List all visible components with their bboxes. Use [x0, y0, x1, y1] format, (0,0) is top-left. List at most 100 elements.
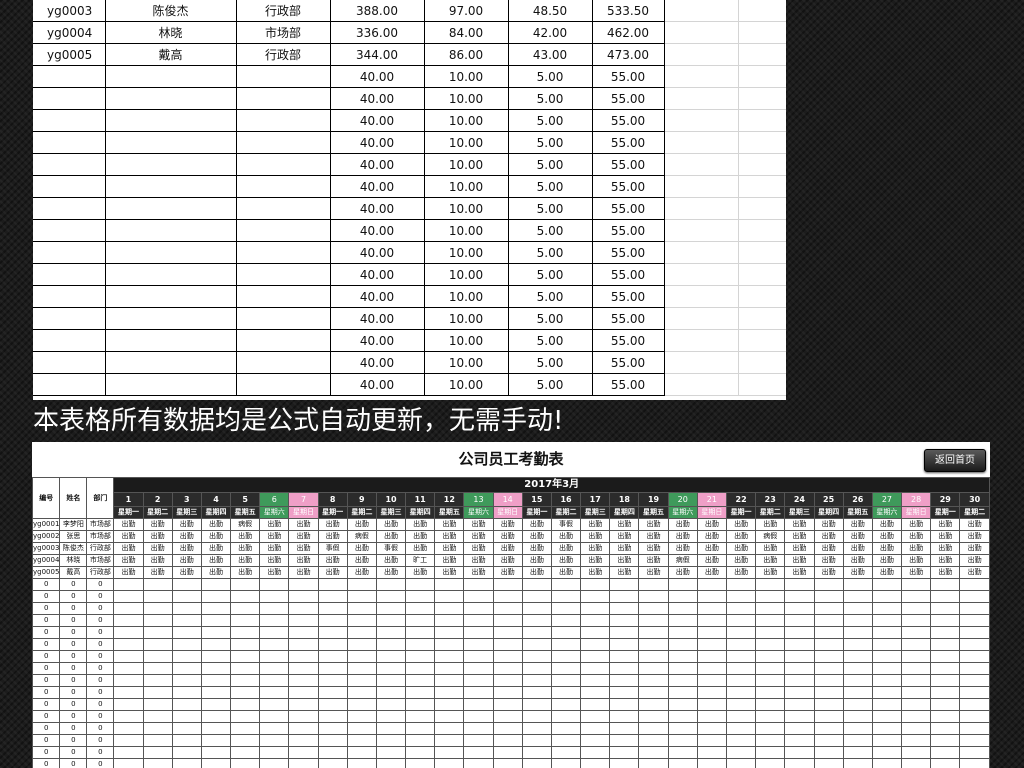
attendance-status[interactable]	[755, 722, 786, 735]
zero-cell[interactable]: 0	[86, 686, 115, 699]
attendance-status[interactable]	[346, 626, 377, 639]
empty-cell[interactable]	[664, 197, 739, 220]
table-cell[interactable]: 344.00	[330, 43, 425, 66]
table-cell[interactable]: 10.00	[424, 109, 509, 132]
attendance-status[interactable]: 事假	[317, 542, 348, 555]
attendance-status[interactable]	[667, 590, 698, 603]
employee-name[interactable]: 李梦阳	[59, 518, 88, 531]
attendance-status[interactable]: 出勤	[842, 554, 873, 567]
table-cell[interactable]: 55.00	[592, 241, 665, 264]
attendance-status[interactable]: 出勤	[200, 554, 232, 567]
attendance-status[interactable]	[492, 602, 523, 615]
table-cell[interactable]: 55.00	[592, 307, 665, 330]
attendance-status[interactable]: 出勤	[200, 518, 232, 531]
table-cell[interactable]: 42.00	[508, 21, 593, 44]
table-cell[interactable]: 55.00	[592, 285, 665, 308]
attendance-status[interactable]: 出勤	[609, 566, 640, 579]
table-cell[interactable]	[33, 219, 106, 242]
attendance-status[interactable]	[667, 734, 698, 747]
table-cell[interactable]	[33, 109, 106, 132]
attendance-status[interactable]	[667, 698, 698, 711]
attendance-status[interactable]	[638, 734, 669, 747]
attendance-status[interactable]	[667, 710, 698, 723]
attendance-status[interactable]	[638, 686, 669, 699]
attendance-status[interactable]	[871, 650, 903, 663]
attendance-status[interactable]	[930, 590, 961, 603]
attendance-status[interactable]	[259, 602, 290, 615]
empty-cell[interactable]	[738, 109, 786, 132]
attendance-status[interactable]	[784, 734, 815, 747]
attendance-status[interactable]	[259, 626, 290, 639]
empty-cell[interactable]	[664, 109, 739, 132]
attendance-status[interactable]	[317, 614, 348, 627]
table-cell[interactable]	[105, 219, 237, 242]
attendance-status[interactable]: 出勤	[901, 530, 932, 543]
attendance-status[interactable]: 出勤	[463, 566, 494, 579]
attendance-status[interactable]: 出勤	[521, 530, 552, 543]
attendance-status[interactable]: 出勤	[463, 530, 494, 543]
attendance-status[interactable]: 出勤	[755, 518, 786, 531]
table-cell[interactable]: 43.00	[508, 43, 593, 66]
table-cell[interactable]	[236, 175, 331, 198]
attendance-status[interactable]	[959, 722, 990, 735]
attendance-status[interactable]: 出勤	[405, 518, 436, 531]
attendance-status[interactable]	[113, 710, 144, 723]
attendance-status[interactable]	[434, 758, 465, 768]
attendance-status[interactable]	[696, 686, 727, 699]
attendance-status[interactable]	[638, 674, 669, 687]
empty-cell[interactable]	[664, 263, 739, 286]
attendance-status[interactable]	[492, 734, 523, 747]
attendance-status[interactable]	[901, 626, 932, 639]
empty-cell[interactable]	[738, 153, 786, 176]
attendance-status[interactable]	[463, 650, 494, 663]
attendance-status[interactable]: 病假	[230, 518, 261, 531]
empty-cell[interactable]	[664, 373, 739, 396]
attendance-status[interactable]	[405, 698, 436, 711]
table-cell[interactable]	[105, 153, 237, 176]
empty-cell[interactable]	[738, 241, 786, 264]
attendance-status[interactable]	[550, 674, 582, 687]
attendance-status[interactable]	[288, 650, 319, 663]
attendance-status[interactable]	[288, 602, 319, 615]
attendance-status[interactable]	[405, 590, 436, 603]
attendance-status[interactable]	[113, 614, 144, 627]
attendance-status[interactable]	[638, 662, 669, 675]
attendance-status[interactable]	[375, 734, 407, 747]
attendance-status[interactable]	[200, 698, 232, 711]
zero-cell[interactable]: 0	[86, 650, 115, 663]
attendance-status[interactable]	[580, 758, 611, 768]
attendance-status[interactable]	[609, 614, 640, 627]
attendance-status[interactable]	[288, 698, 319, 711]
table-cell[interactable]	[236, 197, 331, 220]
table-cell[interactable]	[33, 307, 106, 330]
attendance-status[interactable]	[113, 602, 144, 615]
table-cell[interactable]	[236, 351, 331, 374]
table-cell[interactable]: 行政部	[236, 0, 331, 22]
attendance-status[interactable]: 出勤	[434, 554, 465, 567]
attendance-status[interactable]	[784, 614, 815, 627]
table-cell[interactable]: 10.00	[424, 175, 509, 198]
attendance-status[interactable]	[346, 578, 377, 591]
attendance-status[interactable]: 出勤	[405, 566, 436, 579]
attendance-status[interactable]	[550, 686, 582, 699]
attendance-status[interactable]	[200, 638, 232, 651]
attendance-status[interactable]	[755, 746, 786, 759]
attendance-status[interactable]	[696, 638, 727, 651]
attendance-status[interactable]: 出勤	[463, 554, 494, 567]
attendance-status[interactable]	[842, 710, 873, 723]
table-cell[interactable]: 10.00	[424, 329, 509, 352]
attendance-status[interactable]	[638, 578, 669, 591]
attendance-status[interactable]	[230, 662, 261, 675]
zero-cell[interactable]: 0	[59, 746, 88, 759]
attendance-status[interactable]	[901, 746, 932, 759]
table-cell[interactable]	[33, 285, 106, 308]
attendance-status[interactable]	[521, 734, 552, 747]
attendance-status[interactable]	[346, 662, 377, 675]
attendance-status[interactable]: 出勤	[725, 530, 757, 543]
attendance-status[interactable]	[317, 662, 348, 675]
empty-cell[interactable]	[738, 373, 786, 396]
attendance-status[interactable]	[492, 614, 523, 627]
attendance-status[interactable]	[259, 734, 290, 747]
attendance-status[interactable]	[871, 674, 903, 687]
attendance-status[interactable]: 出勤	[667, 542, 698, 555]
